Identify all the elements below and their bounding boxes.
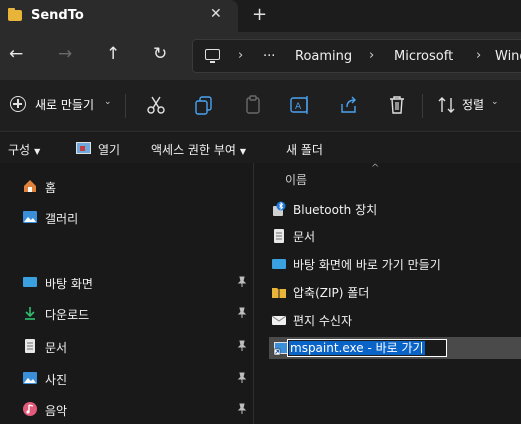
sidebar-item-desktop[interactable]: 바탕 화면 bbox=[22, 273, 254, 293]
new-tab-button[interactable]: + bbox=[252, 4, 267, 25]
file-list: ^ 이름 Bluetooth 장치 문서 바탕 화면에 바로 가기 만들기 압축… bbox=[255, 163, 521, 424]
back-button[interactable]: ← bbox=[9, 44, 23, 64]
breadcrumb-windows[interactable]: Wind bbox=[495, 49, 521, 64]
download-icon bbox=[25, 307, 35, 320]
new-button-label: 새로 만들기 bbox=[35, 98, 95, 112]
rename-icon[interactable]: A bbox=[289, 94, 311, 116]
file-name: 바탕 화면에 바로 가기 만들기 bbox=[293, 258, 441, 272]
sidebar-item-label: 홈 bbox=[45, 181, 57, 195]
zip-folder-icon bbox=[272, 288, 286, 298]
sidebar-item-documents[interactable]: 문서 bbox=[22, 337, 254, 357]
home-icon bbox=[24, 180, 36, 192]
chevron-down-icon[interactable]: ⌄ bbox=[491, 97, 499, 107]
pin-icon[interactable] bbox=[236, 372, 248, 384]
refresh-button[interactable]: ↻ bbox=[153, 44, 167, 64]
menu-organize-label: 구성 bbox=[8, 143, 31, 157]
list-item[interactable]: 편지 수신자 bbox=[271, 309, 521, 331]
folder-icon bbox=[8, 8, 22, 21]
dropdown-arrow-icon: ▼ bbox=[34, 147, 41, 156]
gallery-icon bbox=[23, 211, 37, 223]
sidebar-item-label: 갤러리 bbox=[45, 212, 79, 226]
file-name: 압축(ZIP) 폴더 bbox=[293, 286, 370, 300]
address-bar[interactable]: › ··· Roaming › Microsoft › Wind bbox=[192, 39, 521, 73]
desktop-icon bbox=[23, 277, 37, 287]
file-name: 문서 bbox=[293, 230, 316, 244]
pin-icon[interactable] bbox=[236, 340, 248, 352]
breadcrumb-microsoft[interactable]: Microsoft bbox=[394, 49, 453, 64]
menu-open[interactable]: 열기 bbox=[98, 141, 120, 158]
sidebar-item-home[interactable]: 홈 bbox=[22, 177, 254, 197]
breadcrumb-roaming[interactable]: Roaming bbox=[295, 49, 352, 64]
divider bbox=[125, 94, 126, 118]
sidebar-item-label: 문서 bbox=[45, 341, 68, 355]
tab-sendto[interactable]: SendTo ✕ bbox=[0, 0, 238, 32]
navigation-pane: 홈 갤러리 바탕 화면 다운로드 문서 사진 음악 bbox=[0, 163, 254, 424]
breadcrumb-separator[interactable]: › bbox=[369, 48, 374, 63]
sort-button-label[interactable]: 정렬 bbox=[462, 96, 484, 113]
file-name: 편지 수신자 bbox=[293, 314, 353, 328]
list-item[interactable]: Bluetooth 장치 bbox=[271, 198, 521, 220]
column-header-name[interactable]: 이름 bbox=[285, 171, 307, 188]
pictures-icon bbox=[23, 372, 37, 384]
chevron-down-icon: ⌄ bbox=[104, 97, 112, 107]
copy-icon[interactable] bbox=[193, 94, 215, 116]
rename-selected-text: mspaint.exe - 바로 가기 bbox=[289, 341, 425, 355]
sidebar-item-label: 바탕 화면 bbox=[45, 277, 93, 291]
list-item-renaming[interactable]: mspaint.exe - 바로 가기 bbox=[269, 337, 521, 359]
cut-icon[interactable] bbox=[145, 94, 167, 116]
sort-ascending-icon: ^ bbox=[371, 163, 380, 174]
sidebar-item-gallery[interactable]: 갤러리 bbox=[22, 208, 254, 228]
list-item[interactable]: 압축(ZIP) 폴더 bbox=[271, 281, 521, 303]
share-icon[interactable] bbox=[338, 94, 360, 116]
bluetooth-icon bbox=[273, 201, 286, 216]
document-icon bbox=[25, 339, 35, 353]
menu-give-access-label: 액세스 권한 부여 bbox=[151, 143, 236, 157]
menu-organize[interactable]: 구성 ▼ bbox=[8, 141, 40, 158]
menu-give-access[interactable]: 액세스 권한 부여 ▼ bbox=[151, 141, 246, 158]
sidebar-item-label: 다운로드 bbox=[45, 308, 90, 322]
list-item[interactable]: 바탕 화면에 바로 가기 만들기 bbox=[271, 253, 521, 275]
sort-icon[interactable] bbox=[436, 94, 458, 116]
rename-input[interactable]: mspaint.exe - 바로 가기 bbox=[287, 339, 447, 357]
pin-icon[interactable] bbox=[236, 276, 248, 288]
breadcrumb-separator[interactable]: › bbox=[238, 48, 243, 63]
mail-recipient-icon bbox=[271, 315, 287, 325]
tab-title: SendTo bbox=[31, 8, 84, 23]
divider bbox=[422, 94, 423, 118]
pin-icon[interactable] bbox=[236, 307, 248, 319]
open-icon bbox=[76, 142, 91, 154]
list-item[interactable]: 문서 bbox=[271, 225, 521, 247]
command-bar: 새로 만들기 ⌄ A 정렬 ⌄ bbox=[0, 80, 521, 132]
pin-icon[interactable] bbox=[236, 403, 248, 415]
menu-new-folder[interactable]: 새 폴더 bbox=[286, 141, 323, 158]
this-pc-icon[interactable] bbox=[205, 49, 220, 63]
sidebar-item-music[interactable]: 음악 bbox=[22, 400, 254, 420]
close-tab-icon[interactable]: ✕ bbox=[210, 6, 222, 22]
menu-bar: 구성 ▼ 열기 액세스 권한 부여 ▼ 새 폴더 bbox=[0, 133, 521, 163]
desktop-shortcut-icon bbox=[272, 259, 286, 269]
sidebar-item-label: 음악 bbox=[45, 404, 68, 418]
svg-text:A: A bbox=[295, 102, 302, 112]
sidebar-item-label: 사진 bbox=[45, 373, 68, 387]
breadcrumb-separator[interactable]: › bbox=[476, 48, 481, 63]
tab-bar: SendTo ✕ + bbox=[0, 0, 521, 32]
navigation-bar: ← → ↑ ↻ › ··· Roaming › Microsoft › Wind bbox=[0, 32, 521, 80]
up-button[interactable]: ↑ bbox=[106, 44, 120, 64]
add-icon bbox=[10, 96, 26, 112]
breadcrumb-overflow[interactable]: ··· bbox=[263, 49, 275, 64]
forward-button[interactable]: → bbox=[58, 44, 72, 64]
sidebar-item-pictures[interactable]: 사진 bbox=[22, 369, 254, 389]
document-icon bbox=[274, 229, 284, 243]
dropdown-arrow-icon: ▼ bbox=[239, 147, 247, 156]
delete-icon[interactable] bbox=[386, 94, 408, 116]
paste-icon[interactable] bbox=[242, 94, 264, 116]
sidebar-item-downloads[interactable]: 다운로드 bbox=[22, 304, 254, 324]
music-icon bbox=[23, 402, 37, 416]
file-name: Bluetooth 장치 bbox=[293, 203, 378, 217]
